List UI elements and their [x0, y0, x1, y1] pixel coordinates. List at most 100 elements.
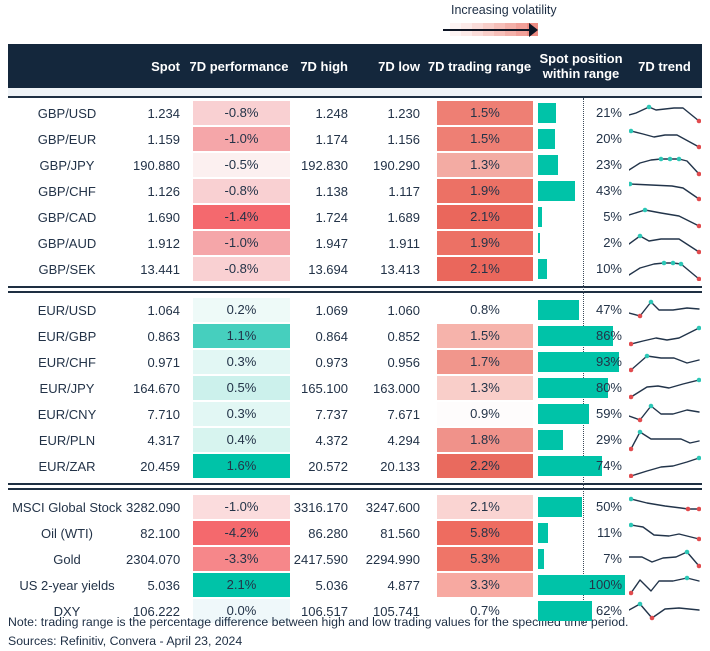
position-bar [538, 103, 557, 123]
position-percent: 10% [595, 261, 622, 276]
table-header: Spot 7D performance 7D high 7D low 7D tr… [8, 44, 702, 88]
trading-range-cell: 1.5% [424, 324, 535, 348]
position-percent: 80% [595, 380, 622, 395]
spot-value: 164.670 [133, 380, 180, 396]
spot-position-cell: 80% [535, 375, 627, 401]
spot-position-cell: 11% [535, 520, 627, 546]
table-row: Oil (WTI) 82.100 -4.2% 86.280 81.560 5.8… [8, 520, 702, 546]
instrument-label: EUR/CNY [37, 406, 97, 422]
table-row: GBP/CHF 1.126 -0.8% 1.138 1.117 1.9% 43% [8, 178, 702, 204]
low-value: 13.413 [380, 261, 420, 277]
low-value: 1.230 [387, 105, 420, 121]
trend-sparkline [627, 494, 702, 520]
header-7d-performance: 7D performance [189, 58, 289, 74]
table-row: EUR/CHF 0.971 0.3% 0.973 0.956 1.7% 93% [8, 349, 702, 375]
trading-range-cell: 5.8% [424, 521, 535, 545]
trading-range-value: 2.1% [437, 205, 533, 229]
position-bar [538, 233, 540, 253]
instrument-label: GBP/USD [37, 105, 97, 121]
position-percent: 74% [595, 458, 622, 473]
low-value: 7.671 [387, 406, 420, 422]
performance-cell: -0.8% [186, 179, 292, 203]
table-row: EUR/JPY 164.670 0.5% 165.100 163.000 1.3… [8, 375, 702, 401]
spot-position-cell: 5% [535, 204, 627, 230]
table-row: EUR/ZAR 20.459 1.6% 20.572 20.133 2.2% 7… [8, 453, 702, 479]
low-value: 20.133 [380, 458, 420, 474]
sparkline-svg [628, 496, 701, 512]
header-7d-trend: 7D trend [638, 58, 691, 74]
performance-cell: 0.4% [186, 428, 292, 452]
instrument-label: GBP/EUR [37, 131, 97, 147]
high-value: 1.947 [315, 235, 348, 251]
trading-range-value: 1.7% [437, 350, 533, 374]
position-percent: 100% [588, 577, 622, 592]
high-value: 13.694 [308, 261, 348, 277]
position-bar [538, 129, 556, 149]
spot-position-cell: 2% [535, 230, 627, 256]
spot-position-cell: 100% [535, 572, 627, 598]
table-row: EUR/USD 1.064 0.2% 1.069 1.060 0.8% 47% [8, 297, 702, 323]
high-value: 165.100 [301, 380, 348, 396]
trend-sparkline [627, 230, 702, 256]
high-value: 3316.170 [293, 499, 348, 515]
spot-position-cell: 93% [535, 349, 627, 375]
spot-value: 1.690 [147, 209, 180, 225]
trading-range-cell: 2.1% [424, 205, 535, 229]
trading-range-value: 1.8% [437, 428, 533, 452]
header-blank [8, 64, 126, 68]
spot-value: 4.317 [147, 432, 180, 448]
trend-sparkline [627, 375, 702, 401]
trading-range-value: 0.9% [437, 402, 533, 426]
volatility-legend-label: Increasing volatility [451, 3, 557, 17]
performance-value: -4.2% [193, 521, 290, 545]
position-percent: 23% [595, 157, 622, 172]
table-body: GBP/USD 1.234 -0.8% 1.248 1.230 1.5% 21%… [8, 98, 702, 626]
instrument-label: GBP/CAD [37, 209, 97, 225]
header-spot: Spot [151, 58, 180, 74]
table-row: GBP/AUD 1.912 -1.0% 1.947 1.911 1.9% 2% [8, 230, 702, 256]
trend-sparkline [627, 349, 702, 375]
table-row: GBP/JPY 190.880 -0.5% 192.830 190.290 1.… [8, 152, 702, 178]
table-section: MSCI Global Stock 3282.090 -1.0% 3316.17… [8, 492, 702, 626]
trend-sparkline [627, 126, 702, 152]
sparkline-svg [628, 575, 700, 596]
table-row: MSCI Global Stock 3282.090 -1.0% 3316.17… [8, 494, 702, 520]
trading-range-value: 1.5% [437, 324, 533, 348]
performance-cell: 0.5% [186, 376, 292, 400]
sparkline-svg [628, 181, 701, 202]
position-percent: 93% [595, 354, 622, 369]
trading-range-value: 2.1% [437, 257, 533, 281]
high-value: 0.973 [315, 354, 348, 370]
low-value: 0.956 [387, 354, 420, 370]
spot-position-cell: 86% [535, 323, 627, 349]
high-value: 192.830 [301, 157, 348, 173]
spot-position-cell: 7% [535, 546, 627, 572]
position-percent: 21% [595, 105, 622, 120]
performance-value: 0.5% [193, 376, 290, 400]
sparkline-svg [628, 325, 701, 347]
instrument-label: GBP/AUD [37, 235, 97, 251]
table-section: GBP/USD 1.234 -0.8% 1.248 1.230 1.5% 21%… [8, 98, 702, 284]
trading-range-value: 5.8% [437, 521, 533, 545]
performance-value: -0.5% [193, 153, 290, 177]
position-bar [538, 456, 603, 476]
trading-range-cell: 5.3% [424, 547, 535, 571]
spot-value: 0.863 [147, 328, 180, 344]
position-bar [538, 601, 592, 621]
spot-position-cell: 74% [535, 453, 627, 479]
spot-value: 5.036 [147, 577, 180, 593]
position-bar [538, 497, 582, 517]
instrument-label: EUR/ZAR [38, 458, 96, 474]
position-percent: 47% [595, 302, 622, 317]
trading-range-cell: 3.3% [424, 573, 535, 597]
high-value: 86.280 [308, 525, 348, 541]
table-row: GBP/USD 1.234 -0.8% 1.248 1.230 1.5% 21% [8, 100, 702, 126]
spot-position-cell: 47% [535, 297, 627, 323]
sparkline-svg [628, 233, 701, 255]
low-value: 3247.600 [365, 499, 420, 515]
performance-value: -0.8% [193, 179, 290, 203]
low-value: 163.000 [373, 380, 420, 396]
performance-value: -1.0% [193, 495, 290, 519]
performance-cell: -1.4% [186, 205, 292, 229]
trading-range-value: 1.5% [437, 101, 533, 125]
